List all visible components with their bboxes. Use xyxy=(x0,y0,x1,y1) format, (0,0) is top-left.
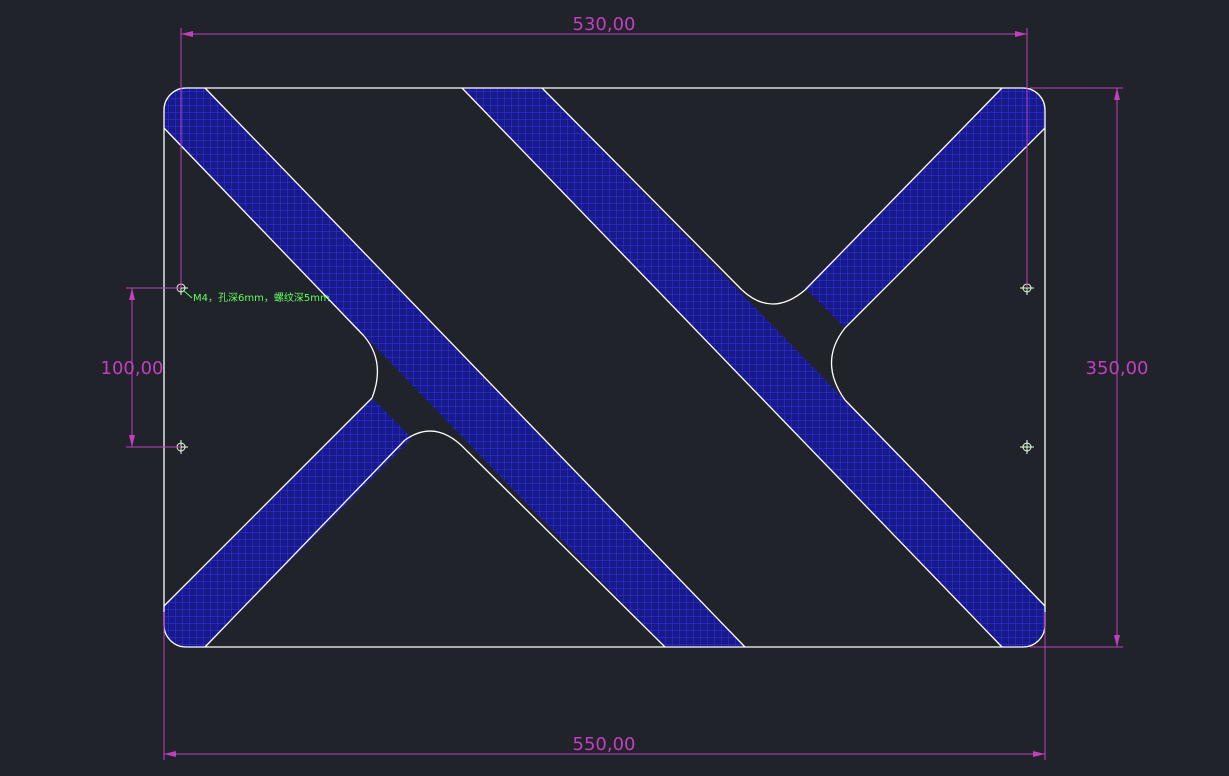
right-x-band-arm xyxy=(805,88,1045,328)
hatched-region xyxy=(164,88,1045,647)
cad-drawing: 530,00 550,00 350,00 100,00 M4，孔深6mm，螺纹深… xyxy=(101,14,1149,760)
hole-note-text: M4，孔深6mm，螺纹深5mm xyxy=(193,291,330,304)
dimension-left: 100,00 xyxy=(101,287,181,448)
dimension-bottom-label: 550,00 xyxy=(573,734,636,755)
dimension-bottom: 550,00 xyxy=(163,612,1046,760)
dimension-right-label: 350,00 xyxy=(1086,358,1149,379)
hole-annotation: M4，孔深6mm，螺纹深5mm xyxy=(182,289,330,304)
left-x-band-arm xyxy=(164,398,412,647)
mounting-hole xyxy=(1020,440,1034,454)
dimension-left-label: 100,00 xyxy=(101,358,164,379)
dimension-top-label: 530,00 xyxy=(573,14,636,35)
dimension-right: 350,00 xyxy=(1030,87,1149,648)
